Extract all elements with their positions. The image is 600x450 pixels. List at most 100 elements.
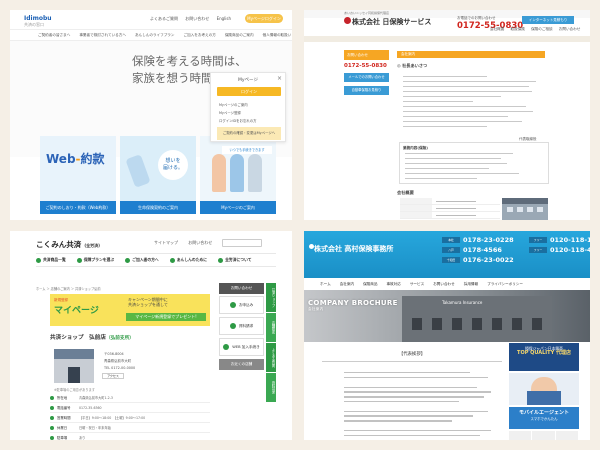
nav-item[interactable]: 取扱保険 (511, 27, 525, 31)
global-nav: ホーム 会社案内 保険商品 事故対応 サービス お問い合わせ 採用情報 プライバ… (304, 278, 590, 290)
web-terms-card[interactable]: Web-約款 ご契約のしおり・約款（Web約款） (40, 136, 116, 214)
card-banner-text: いつでも手続きできます (222, 146, 272, 154)
vertical-tabs: 共済ショップ 店舗検索 よくある質問 資料請求 (266, 283, 276, 403)
nearby-shop-heading[interactable]: お近くの店舗 (219, 359, 264, 370)
nav-item[interactable]: お問い合わせ (433, 282, 455, 287)
vertical-tab[interactable]: よくある質問 (266, 343, 276, 372)
mypage-guide-card[interactable]: いつでも手続きできます Myページのご案内 (200, 136, 276, 214)
header-links: サイトマップ お問い合わせ (154, 240, 221, 246)
table-row: 所在地 青森県弘前市大町1-2-3 (50, 393, 210, 403)
site-logo[interactable]: こくみん共済 (全労済) (36, 239, 100, 250)
vertical-tab[interactable]: 店舗検索 (266, 313, 276, 342)
estimate-button[interactable]: インターネット見積もり (522, 16, 574, 24)
nav-item[interactable]: 採用情報 (464, 282, 478, 287)
apply-tile[interactable]: お申込み (219, 296, 264, 314)
building-photo: Takamura Insurance (402, 296, 552, 342)
global-nav: 共済商品一覧 保障プランを選ぶ ご加入者の方へ あんしんのために 全労済について (36, 253, 276, 267)
close-icon[interactable]: × (277, 75, 282, 82)
table-row: 駐車場 あり (50, 433, 210, 440)
nav-item[interactable]: あんしんのライフプラン (135, 33, 175, 38)
table-row: 営業時間 【平日】9:00〜18:00 【土曜】9:00〜17:00 (50, 413, 210, 423)
nav-item[interactable]: 会社概要 (490, 27, 504, 31)
search-input[interactable] (222, 239, 262, 247)
header-links: よくあるご質問 お問い合わせ English (150, 16, 237, 22)
staff-photo (509, 373, 579, 405)
nav-item[interactable]: 保険商品 (363, 282, 377, 287)
promo-cta: マイページ新規登録でプレゼント! (126, 313, 206, 321)
popup-link[interactable]: ログインIDをお忘れの方 (219, 117, 257, 125)
greeting-title: ◎ 社長あいさつ (397, 63, 428, 68)
nav-item[interactable]: ご加入をお考えの方 (184, 33, 216, 38)
nav-item[interactable]: プライバシーポリシー (487, 282, 523, 287)
popup-footer-banner[interactable]: ご契約の確認・変更はMyページへ (217, 127, 281, 140)
nav-item[interactable]: ホーム (320, 282, 331, 287)
vertical-tab[interactable]: 資料請求 (266, 373, 276, 402)
phone-list: 本社0178-23-0228 フリー0120-118-118 八戸0178-45… (442, 235, 590, 265)
brochure-tile[interactable]: 資料請求 (219, 317, 264, 335)
access-button[interactable]: アクセス (102, 373, 124, 379)
popup-login-button[interactable]: ログイン (217, 87, 281, 96)
phone-row: 十和田 0176-23-0022 (442, 255, 590, 265)
quality-badge[interactable]: 損保ジャパン日本興亜 TOP QUALITY 代理店 (509, 343, 579, 371)
mail-contact-button[interactable]: メールでのお問い合わせ (344, 73, 389, 82)
box-body (405, 153, 525, 183)
site-logo[interactable]: 株式会社 高村保険事務所 (314, 244, 393, 254)
auto-estimate-button[interactable]: 自動車保険お見積り (344, 86, 389, 95)
contact-link[interactable]: お問い合わせ (188, 240, 212, 245)
nav-item[interactable]: ご契約者の皆さまへ (38, 33, 70, 38)
nav-item[interactable]: 保険商品のご案内 (225, 33, 254, 38)
sidebar-phone: 0172-55-0830 (344, 63, 387, 69)
site-logo[interactable]: 株式会社 日保険サービス (352, 17, 431, 27)
card-caption: 生命保険契約のご案内 (120, 201, 196, 214)
breadcrumb[interactable]: ホーム ＞ 店舗のご案内 ＞ 共済ショップ弘前 (36, 286, 101, 291)
table-row: 電話番号 0172-35-6360 (50, 403, 210, 413)
life-contract-card[interactable]: 想いを 届ける。 生命保険契約のご案内 (120, 136, 196, 214)
sidebar: お問い合わせ 0172-55-0830 メールでのお問い合わせ 自動車保険お見積… (344, 46, 389, 108)
nav-item[interactable]: 共済商品一覧 (36, 257, 66, 263)
nav-item[interactable]: 保障プランを選ぶ (76, 257, 114, 263)
popup-link[interactable]: Myページのご案内 (219, 101, 257, 109)
popup-link[interactable]: Myページ登録 (219, 109, 257, 117)
company-heading: 会社概要 (397, 190, 414, 195)
nav-item[interactable]: 事業者で検討されている方へ (79, 33, 126, 38)
right-sidebar: 損保ジャパン日本興亜 TOP QUALITY 代理店 モバイルエージェント スマ… (509, 343, 579, 440)
partner-badge[interactable] (509, 431, 532, 440)
global-nav: 会社概要 取扱保険 保険のご相談 お問い合わせ (490, 27, 585, 32)
site-logo[interactable]: Idimobu 共済の窓口 (24, 15, 52, 28)
nav-item[interactable]: 保険のご相談 (531, 27, 553, 31)
hero-image: Takamura Insurance (304, 290, 590, 342)
nav-item[interactable]: 全労済について (218, 257, 252, 263)
sitemap-link[interactable]: サイトマップ (154, 240, 178, 245)
screenshot-panel-insurance-site-4: 株式会社 高村保険事務所 本社 0178-23-0228 フリー 0120-118-… (304, 231, 590, 440)
popup-links: Myページのご案内 Myページ登録 ログインIDをお忘れの方 (219, 101, 257, 125)
screenshot-panel-insurance-site-1: Idimobu 共済の窓口 よくあるご質問 お問い合わせ English Myペ… (10, 10, 292, 220)
web-join-tile[interactable]: WEB 加入手続き (219, 338, 264, 356)
partner-badge[interactable] (532, 431, 555, 440)
message-bubble: 想いを 届ける。 (158, 150, 188, 180)
shop-info: 〒036-8004 青森県弘前市大町 TEL 0172-00-0000 (104, 352, 136, 370)
global-nav: ご契約者の皆さまへ 事業者で検討されている方へ あんしんのライフプラン ご加入を… (10, 29, 292, 41)
nav-item[interactable]: ご加入者の方へ (125, 257, 159, 263)
nav-item[interactable]: 個人情報の取扱い (263, 33, 292, 38)
nav-item[interactable]: 事故対応 (386, 282, 400, 287)
english-link[interactable]: English (217, 16, 231, 21)
phone-row: 八戸0178-4566 フリー0120-118-404 (442, 245, 590, 255)
vertical-tab[interactable]: 共済ショップ (266, 283, 276, 312)
sidebar-heading: お問い合わせ (344, 50, 389, 60)
nav-item[interactable]: あんしんのために (169, 257, 207, 263)
contact-link[interactable]: お問い合わせ (185, 16, 209, 21)
mobile-agent-banner[interactable]: モバイルエージェント スマホでかんたん (509, 407, 579, 429)
nav-item[interactable]: 会社案内 (340, 282, 354, 287)
nav-item[interactable]: お問い合わせ (559, 27, 581, 31)
partner-badge[interactable] (555, 431, 578, 440)
faq-link[interactable]: よくあるご質問 (150, 16, 178, 21)
mypage-login-button[interactable]: Myページログイン (245, 14, 283, 23)
right-sidebar: お問い合わせ お申込み 資料請求 WEB 加入手続き お近くの店舗 (219, 283, 264, 372)
hand-image (125, 154, 151, 188)
box-title: 業務内容(保険) (403, 146, 428, 150)
campaign-banner[interactable]: 新規登録 マイページ キャンペーン期間中に 共済ショップを通して マイページ新規… (50, 294, 210, 326)
nav-item[interactable]: サービス (410, 282, 424, 287)
table-row (400, 198, 500, 205)
card-caption: ご契約のしおり・約款（Web約款） (40, 201, 116, 214)
person-image (230, 154, 244, 192)
